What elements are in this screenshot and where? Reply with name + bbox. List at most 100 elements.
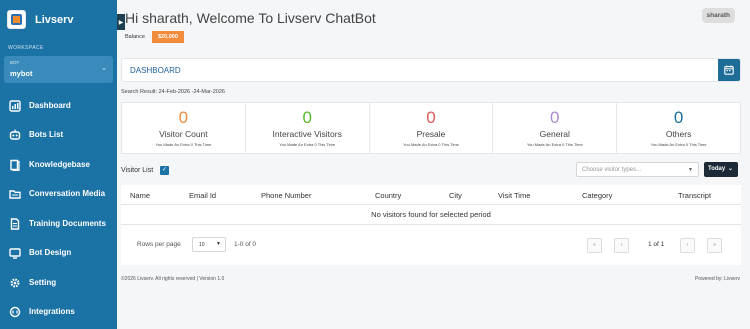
sidebar-item-label: Setting xyxy=(29,278,57,287)
sidebar-item-conversation-media[interactable]: Conversation Media xyxy=(0,183,117,205)
balance-badge: $20,000 xyxy=(152,31,184,43)
column-header-visit-time[interactable]: Visit Time xyxy=(498,191,530,200)
dashboard-header: DASHBOARD xyxy=(121,58,741,82)
sidebar-item-bots-list[interactable]: Bots List xyxy=(0,124,117,146)
stat-label: Presale xyxy=(416,129,446,139)
stat-subtext: You Made An Extra 0 This Time xyxy=(155,142,212,147)
column-header-country[interactable]: Country xyxy=(375,191,401,200)
sidebar-item-integrations[interactable]: Integrations xyxy=(0,301,117,323)
rows-per-page-label: Rows per page xyxy=(137,241,181,248)
design-icon xyxy=(9,248,21,259)
first-page-button[interactable]: « xyxy=(587,238,602,253)
stat-label: Interactive Visitors xyxy=(272,129,342,139)
sidebar-item-training-documents[interactable]: Training Documents xyxy=(0,213,117,235)
sidebar-item-dashboard[interactable]: Dashboard xyxy=(0,95,117,117)
rows-per-page-value: 10 xyxy=(199,242,205,248)
bot-selector[interactable]: BOT mybot ⌄ xyxy=(4,56,113,83)
main-content: Hi sharath, Welcome To Livserv ChatBot s… xyxy=(117,0,750,329)
stat-subtext: You Made An Extra 0 This Time xyxy=(403,142,459,147)
brand[interactable]: Livserv xyxy=(7,10,74,29)
pagination-range: 1-0 of 0 xyxy=(234,241,257,248)
brand-name: Livserv xyxy=(35,13,74,26)
last-page-icon: » xyxy=(713,242,716,248)
period-dropdown-button[interactable]: Today ⌄ xyxy=(704,162,738,177)
date-range-button[interactable] xyxy=(718,59,740,81)
folder-icon xyxy=(9,190,21,199)
sidebar-item-label: Bot Design xyxy=(29,248,72,257)
bot-name: mybot xyxy=(10,69,33,78)
sidebar-item-knowledgebase[interactable]: Knowledgebase xyxy=(0,154,117,176)
workspace-label: WORKSPACE xyxy=(8,45,44,51)
sidebar-item-label: Knowledgebase xyxy=(29,160,90,169)
stat-general: 0 General You Made An Extra 0 This Time xyxy=(493,103,618,153)
stat-subtext: You Made An Extra 0 This Time xyxy=(279,142,336,147)
caret-right-icon: ▶ xyxy=(118,19,124,26)
visitor-table: Name Email Id Phone Number Country City … xyxy=(121,185,741,265)
footer-copyright: ©2026 Livserv. All rights reserved | Ver… xyxy=(121,276,225,282)
visitor-list-checkbox[interactable]: ✓ xyxy=(160,166,169,175)
sidebar: Livserv WORKSPACE BOT mybot ⌄ Dashboard … xyxy=(0,0,117,329)
stat-value: 0 xyxy=(178,108,189,127)
previous-page-button[interactable]: ‹ xyxy=(614,238,629,253)
stat-value: 0 xyxy=(302,108,312,127)
chevron-left-icon: ‹ xyxy=(620,242,623,248)
pagination: Rows per page 10 ▼ 1-0 of 0 « ‹ 1 of 1 ›… xyxy=(121,224,741,265)
stat-label: Visitor Count xyxy=(159,129,208,139)
stat-value: 0 xyxy=(426,108,436,127)
user-menu-button[interactable]: sharath xyxy=(701,8,735,23)
page-title: DASHBOARD xyxy=(130,66,181,75)
column-header-name[interactable]: Name xyxy=(130,191,150,200)
rows-per-page-select[interactable]: 10 ▼ xyxy=(192,237,226,252)
footer-powered-by: Powered by: Livserv xyxy=(694,276,740,282)
stats-panel: 0 Visitor Count You Made An Extra 0 This… xyxy=(121,102,741,154)
stat-label: General xyxy=(539,129,570,139)
livserv-logo xyxy=(7,10,26,29)
balance-label: Balance xyxy=(125,34,145,40)
sidebar-item-bot-design[interactable]: Bot Design xyxy=(0,242,117,264)
collapse-sidebar-button[interactable]: ▶ xyxy=(117,14,125,30)
table-header: Name Email Id Phone Number Country City … xyxy=(121,185,741,205)
calendar-icon xyxy=(724,65,734,75)
integration-icon xyxy=(9,306,21,318)
stat-interactive-visitors: 0 Interactive Visitors You Made An Extra… xyxy=(246,103,370,153)
robot-icon xyxy=(9,129,21,140)
sidebar-item-label: Training Documents xyxy=(29,219,106,228)
visitor-list-label: Visitor List xyxy=(121,167,154,174)
welcome-heading: Hi sharath, Welcome To Livserv ChatBot xyxy=(125,10,376,26)
gear-icon xyxy=(10,278,20,288)
stat-subtext: You Made An Extra 0 This Time xyxy=(650,142,707,147)
sidebar-item-label: Bots List xyxy=(29,130,64,139)
stat-value: 0 xyxy=(550,108,560,127)
stat-presale: 0 Presale You Made An Extra 0 This Time xyxy=(370,103,494,153)
page-info: 1 of 1 xyxy=(648,241,665,248)
first-page-icon: « xyxy=(593,242,596,248)
period-label: Today xyxy=(708,166,726,172)
sidebar-item-label: Conversation Media xyxy=(29,189,106,198)
stat-subtext: You Made An Extra 0 This Time xyxy=(526,142,583,147)
last-page-button[interactable]: » xyxy=(707,238,722,253)
bot-label: BOT xyxy=(10,60,20,65)
column-header-transcript[interactable]: Transcript xyxy=(678,191,711,200)
dashboard-icon xyxy=(9,100,21,112)
stat-value: 0 xyxy=(673,108,684,127)
sidebar-item-label: Integrations xyxy=(29,307,75,316)
document-icon xyxy=(10,218,20,230)
book-icon xyxy=(10,159,20,171)
chevron-down-icon: ⌄ xyxy=(101,65,107,72)
sidebar-item-setting[interactable]: Setting xyxy=(0,272,117,294)
sidebar-item-label: Dashboard xyxy=(29,101,71,110)
search-result-text: Search Result: 24-Feb-2026 -24-Mar-2026 xyxy=(121,89,225,95)
next-page-button[interactable]: › xyxy=(680,238,695,253)
column-header-city[interactable]: City xyxy=(449,191,462,200)
visitor-type-select[interactable]: Choose visitor types... ▼ xyxy=(576,162,699,177)
stat-label: Others xyxy=(665,129,692,139)
chevron-down-icon: ⌄ xyxy=(727,166,733,172)
empty-state-message: No visitors found for selected period xyxy=(371,210,491,219)
column-header-email[interactable]: Email Id xyxy=(189,191,216,200)
column-header-category[interactable]: Category xyxy=(582,191,612,200)
column-header-phone[interactable]: Phone Number xyxy=(261,191,311,200)
check-icon: ✓ xyxy=(161,167,168,173)
stat-others: 0 Others You Made An Extra 0 This Time xyxy=(617,103,740,153)
stat-visitor-count: 0 Visitor Count You Made An Extra 0 This… xyxy=(122,103,246,153)
visitor-type-placeholder: Choose visitor types... xyxy=(582,167,642,173)
